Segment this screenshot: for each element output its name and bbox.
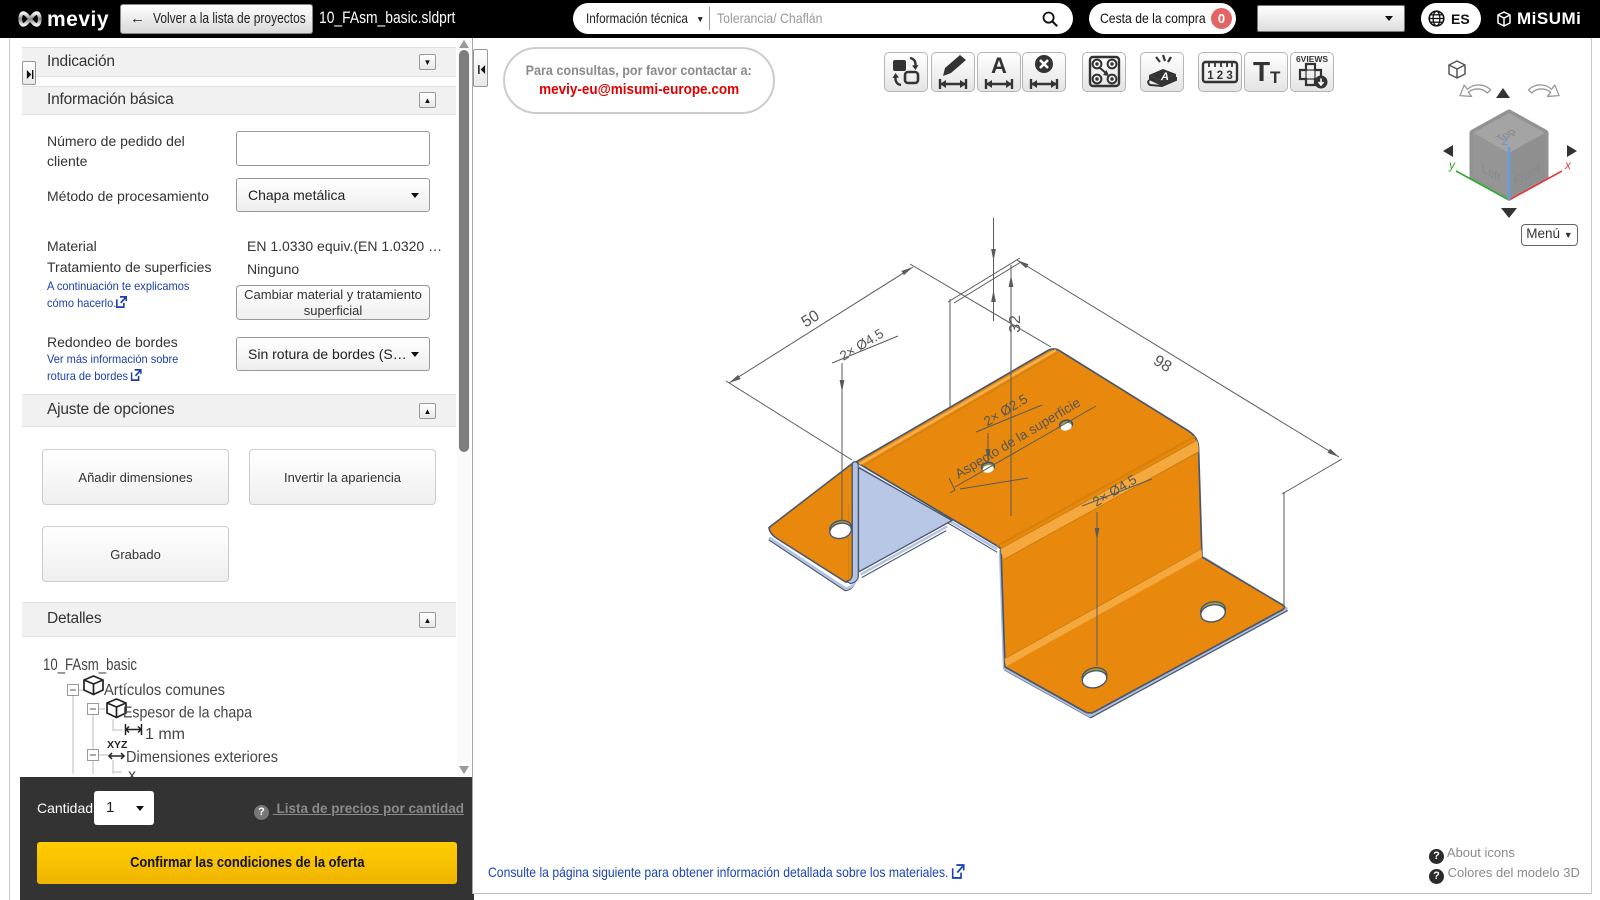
svg-text:2× Ø4.5: 2× Ø4.5 <box>837 326 886 364</box>
svg-text:32: 32 <box>1007 315 1024 333</box>
svg-text:z: z <box>1501 134 1508 148</box>
svg-text:x: x <box>1564 158 1572 172</box>
svg-text:50: 50 <box>799 307 823 331</box>
svg-text:y: y <box>1448 158 1456 172</box>
svg-text:98: 98 <box>1150 352 1174 376</box>
